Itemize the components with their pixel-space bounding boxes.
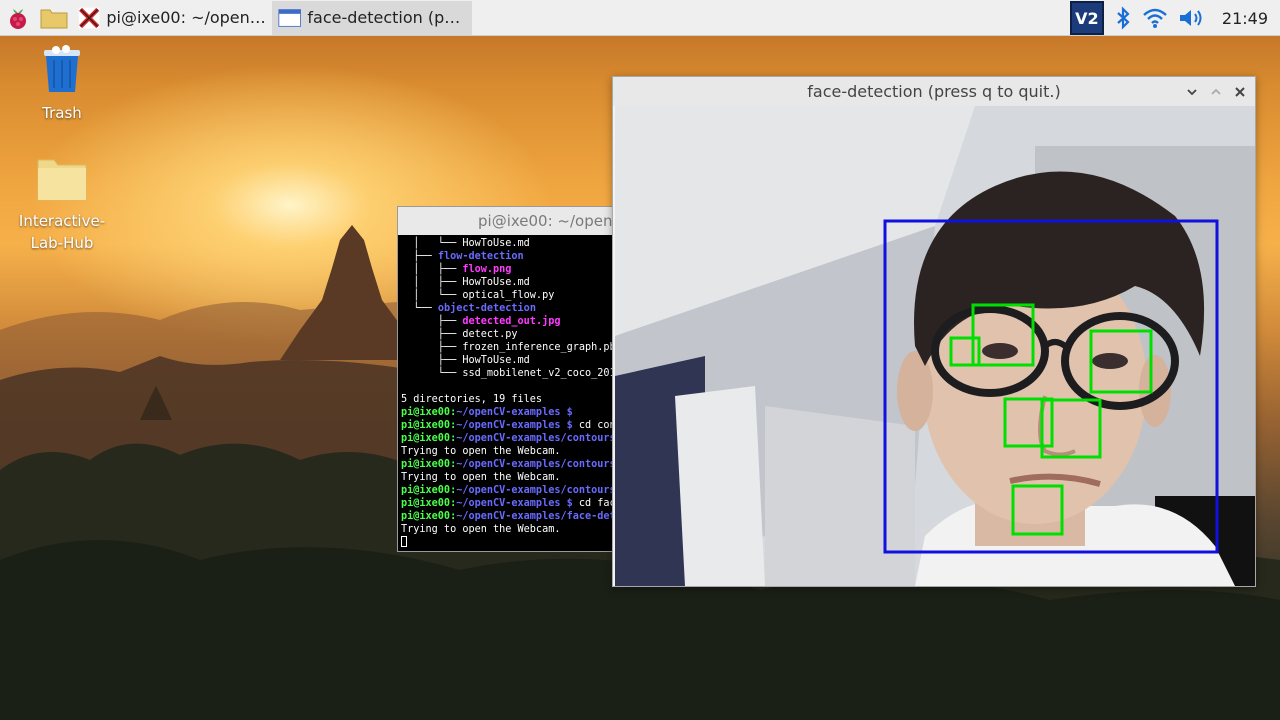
- terminal-text: pi@ixe00:: [401, 407, 457, 418]
- file-manager-button[interactable]: [36, 0, 72, 36]
- terminal-line: ├── detect.py: [401, 328, 633, 341]
- bluetooth-icon[interactable]: [1114, 6, 1132, 30]
- terminal-line: └── object-detection: [401, 302, 633, 315]
- terminal-cursor-line: [401, 536, 633, 550]
- terminal-line: │ └── HowToUse.md: [401, 237, 633, 250]
- terminal-text: │ └── HowToUse.md: [401, 238, 530, 249]
- face-detection-title-bar[interactable]: face-detection (press q to quit.): [613, 77, 1255, 106]
- chevron-down-icon: [1187, 88, 1197, 95]
- desktop-icon-trash[interactable]: Trash: [12, 44, 112, 124]
- terminal-text: pi@ixe00:: [401, 498, 457, 509]
- terminal-line: pi@ixe00:~/openCV-examples/face-dete: [401, 510, 633, 523]
- terminal-line: pi@ixe00:~/openCV-examples $ cd cont: [401, 419, 633, 432]
- terminal-title-bar[interactable]: pi@ixe00: ~/openC: [398, 207, 636, 235]
- terminal-text: pi@ixe00:: [401, 459, 457, 470]
- terminal-line: ├── HowToUse.md: [401, 354, 633, 367]
- desktop-icon-trash-label: Trash: [42, 104, 82, 122]
- terminal-line: 5 directories, 19 files: [401, 393, 633, 406]
- terminal-line: pi@ixe00:~/openCV-examples/contours: [401, 458, 633, 471]
- window-icon: [278, 8, 301, 27]
- terminal-text: flow.png: [462, 264, 512, 275]
- terminal-text: pi@ixe00:: [401, 485, 457, 496]
- maximize-button[interactable]: [1209, 85, 1223, 99]
- terminal-line: pi@ixe00:~/openCV-examples/contours: [401, 484, 633, 497]
- face-detection-title: face-detection (press q to quit.): [807, 82, 1061, 101]
- terminal-text: ~/openCV-examples/face-dete: [456, 511, 622, 522]
- taskbar-terminal-label: pi@ixe00: ~/openCV-...: [106, 8, 266, 27]
- x-terminal-icon: [78, 7, 100, 28]
- terminal-text: ├──: [401, 251, 438, 262]
- terminal-text: ├── HowToUse.md: [401, 355, 530, 366]
- taskbar: pi@ixe00: ~/openCV-... face-detection (p…: [0, 0, 1280, 36]
- terminal-text: 5 directories, 19 files: [401, 394, 543, 405]
- terminal-text: Trying to open the Webcam.: [401, 472, 561, 483]
- trash-icon: [44, 45, 80, 92]
- terminal-line: pi@ixe00:~/openCV-examples/contours: [401, 432, 633, 445]
- terminal-line: pi@ixe00:~/openCV-examples $: [401, 406, 633, 419]
- terminal-output[interactable]: │ └── HowToUse.md ├── flow-detection │ ├…: [398, 235, 636, 551]
- terminal-text: ~/openCV-examples/contours: [456, 459, 616, 470]
- minimize-button[interactable]: [1185, 85, 1199, 99]
- terminal-text: Trying to open the Webcam.: [401, 524, 561, 535]
- terminal-text: ├──: [401, 316, 463, 327]
- terminal-text: Trying to open the Webcam.: [401, 446, 561, 457]
- face-detection-window[interactable]: face-detection (press q to quit.): [612, 76, 1256, 587]
- taskbar-face-detection-task[interactable]: face-detection (press ...: [272, 0, 472, 35]
- terminal-text: └── ssd_mobilenet_v2_coco_2018_0: [401, 368, 635, 379]
- terminal-text: pi@ixe00:: [401, 420, 457, 431]
- raspberry-menu-button[interactable]: [0, 0, 36, 36]
- terminal-text: │ ├──: [401, 264, 463, 275]
- terminal-text: ~/openCV-examples/contours: [456, 485, 616, 496]
- vnc-icon[interactable]: V2: [1069, 1, 1104, 35]
- chevron-up-icon: [1211, 88, 1221, 95]
- terminal-line: Trying to open the Webcam.: [401, 445, 633, 458]
- terminal-line: └── ssd_mobilenet_v2_coco_2018_0: [401, 367, 635, 380]
- terminal-line: Trying to open the Webcam.: [401, 471, 633, 484]
- folder-icon: [37, 159, 87, 201]
- terminal-line: [401, 380, 633, 393]
- webcam-image: [615, 106, 1255, 586]
- terminal-text: pi@ixe00:: [401, 511, 457, 522]
- terminal-title: pi@ixe00: ~/openC: [478, 212, 623, 230]
- terminal-line: pi@ixe00:~/openCV-examples $ cd face: [401, 497, 633, 510]
- terminal-line: Trying to open the Webcam.: [401, 523, 633, 536]
- desktop-icon-interactive-lab-hub[interactable]: Interactive-Lab-Hub: [12, 156, 112, 254]
- terminal-text: detected_out.jpg: [462, 316, 561, 327]
- terminal-text: └──: [401, 303, 438, 314]
- terminal-line: ├── flow-detection: [401, 250, 633, 263]
- raspberry-icon: [10, 8, 26, 29]
- terminal-window[interactable]: pi@ixe00: ~/openC │ └── HowToUse.md ├── …: [397, 206, 637, 552]
- desktop-icon-interactive-lab-hub-label: Interactive-Lab-Hub: [18, 212, 106, 252]
- terminal-text: ~/openCV-examples/contours: [456, 433, 616, 444]
- terminal-line: │ ├── flow.png: [401, 263, 633, 276]
- terminal-text: │ ├── HowToUse.md: [401, 277, 530, 288]
- wifi-icon[interactable]: [1142, 7, 1168, 29]
- terminal-line: │ ├── HowToUse.md: [401, 276, 633, 289]
- terminal-text: flow-detection: [437, 251, 524, 262]
- clock: 21:49: [1221, 8, 1268, 28]
- taskbar-terminal-task[interactable]: pi@ixe00: ~/openCV-...: [72, 1, 272, 35]
- terminal-text: ~/openCV-examples $: [456, 407, 573, 418]
- terminal-text: ├── detect.py: [401, 329, 518, 340]
- taskbar-face-detection-label: face-detection (press ...: [307, 8, 466, 27]
- terminal-text: object-detection: [437, 303, 536, 314]
- terminal-line: ├── frozen_inference_graph.pb: [401, 341, 633, 354]
- terminal-line: │ └── optical_flow.py: [401, 289, 633, 302]
- folder-icon: [40, 9, 68, 28]
- system-tray: V2 21:49: [1069, 0, 1280, 36]
- terminal-line: ├── detected_out.jpg: [401, 315, 633, 328]
- terminal-text: ├── frozen_inference_graph.pb: [401, 342, 616, 353]
- terminal-cursor: [401, 536, 407, 547]
- close-icon: [1235, 86, 1245, 97]
- terminal-text: │ └── optical_flow.py: [401, 290, 555, 301]
- close-button[interactable]: [1233, 85, 1247, 99]
- webcam-frame: [615, 106, 1255, 586]
- volume-icon[interactable]: [1178, 7, 1206, 29]
- terminal-text: ~/openCV-examples $: [456, 498, 573, 509]
- terminal-text: ~/openCV-examples $: [456, 420, 573, 431]
- terminal-text: pi@ixe00:: [401, 433, 457, 444]
